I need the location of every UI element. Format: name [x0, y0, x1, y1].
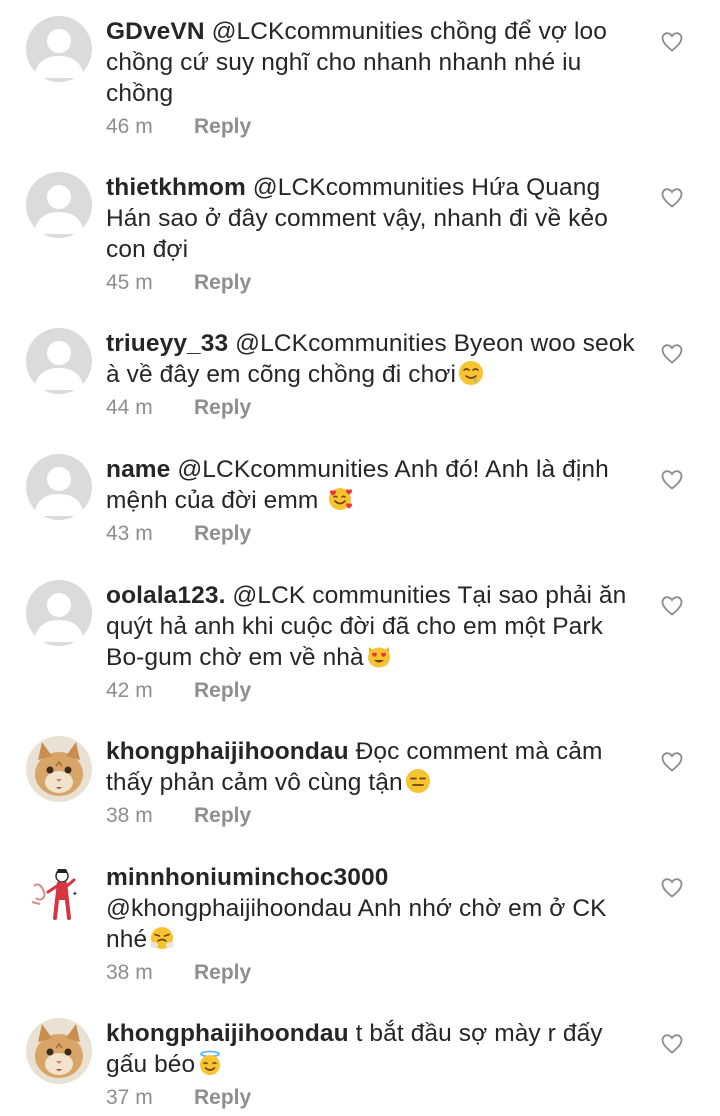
face-with-steam-emoji-icon: [150, 927, 175, 949]
avatar[interactable]: [26, 454, 92, 520]
cartoon-drawing-avatar-icon: ✦: [26, 862, 92, 928]
reply-button[interactable]: Reply: [194, 522, 251, 545]
comment-text: triueyy_33 @LCKcommunities Byeon woo seo…: [106, 328, 636, 390]
heart-icon[interactable]: [660, 876, 684, 900]
cat-photo-avatar-icon: [26, 736, 92, 802]
smiling-face-with-hearts-emoji-icon: [329, 488, 353, 510]
default-avatar-icon: [26, 172, 92, 238]
default-avatar-icon: [26, 454, 92, 520]
comment-text: oolala123. @LCK communities Tại sao phải…: [106, 580, 636, 673]
avatar[interactable]: ✦: [26, 862, 92, 928]
default-avatar-icon: [26, 16, 92, 82]
reply-button[interactable]: Reply: [194, 961, 251, 984]
expressionless-face-emoji-icon: [405, 769, 430, 793]
comment-time: 43 m: [106, 522, 153, 545]
comment-time: 44 m: [106, 396, 153, 419]
reply-button[interactable]: Reply: [194, 271, 251, 294]
smiling-face-with-halo-emoji-icon: [200, 1050, 221, 1075]
reply-button[interactable]: Reply: [194, 679, 251, 702]
comment-time: 38 m: [106, 961, 153, 984]
comment-message: @LCKcommunities Anh đó! Anh là định mệnh…: [106, 456, 609, 514]
comment-meta: 38 m Reply: [106, 960, 636, 986]
comment-username[interactable]: triueyy_33: [106, 330, 228, 357]
comment-username[interactable]: khongphaijihoondau: [106, 1020, 349, 1047]
cat-photo-avatar-icon: [26, 1018, 92, 1084]
comment-meta: 46 m Reply: [106, 114, 636, 140]
comment-text: GDveVN @LCKcommunities chồng để vợ loo c…: [106, 16, 636, 109]
heart-icon[interactable]: [660, 186, 684, 210]
comment-time: 42 m: [106, 679, 153, 702]
comment-meta: 44 m Reply: [106, 395, 636, 421]
comment-meta: 42 m Reply: [106, 678, 636, 704]
comment-meta: 37 m Reply: [106, 1085, 636, 1111]
comment-message: @khongphaijihoondau Anh nhớ chờ em ở CK …: [106, 895, 607, 953]
comment-meta: 45 m Reply: [106, 270, 636, 296]
svg-text:✦: ✦: [72, 890, 78, 898]
reply-button[interactable]: Reply: [194, 1086, 251, 1109]
heart-icon[interactable]: [660, 750, 684, 774]
avatar[interactable]: [26, 328, 92, 394]
comment-username[interactable]: GDveVN: [106, 18, 205, 45]
reply-button[interactable]: Reply: [194, 115, 251, 138]
comment-text: name @LCKcommunities Anh đó! Anh là định…: [106, 454, 636, 516]
comment-username[interactable]: thietkhmom: [106, 174, 246, 201]
comment-text: minnhoniuminchoc3000 @khongphaijihoondau…: [106, 862, 636, 955]
comment-time: 37 m: [106, 1086, 153, 1109]
comment-time: 38 m: [106, 804, 153, 827]
comment-time: 46 m: [106, 115, 153, 138]
avatar[interactable]: [26, 1018, 92, 1084]
comment-username[interactable]: minnhoniuminchoc3000: [106, 864, 388, 891]
default-avatar-icon: [26, 328, 92, 394]
comment-text: khongphaijihoondau Đọc comment mà cảm th…: [106, 736, 636, 798]
heart-icon[interactable]: [660, 342, 684, 366]
reply-button[interactable]: Reply: [194, 396, 251, 419]
comment-username[interactable]: name: [106, 456, 170, 483]
heart-eyes-cat-emoji-icon: [367, 647, 390, 668]
comment-meta: 43 m Reply: [106, 521, 636, 547]
comment-text: thietkhmom @LCKcommunities Hứa Quang Hán…: [106, 172, 636, 265]
comment-meta: 38 m Reply: [106, 803, 636, 829]
heart-icon[interactable]: [660, 1032, 684, 1056]
heart-icon[interactable]: [660, 594, 684, 618]
default-avatar-icon: [26, 580, 92, 646]
drooling-face-emoji-icon: [459, 361, 484, 385]
reply-button[interactable]: Reply: [194, 804, 251, 827]
avatar[interactable]: [26, 736, 92, 802]
comment-username[interactable]: khongphaijihoondau: [106, 738, 349, 765]
avatar[interactable]: [26, 172, 92, 238]
heart-icon[interactable]: [660, 30, 684, 54]
comment-username[interactable]: oolala123.: [106, 582, 225, 609]
heart-icon[interactable]: [660, 468, 684, 492]
comment-time: 45 m: [106, 271, 153, 294]
comment-text: khongphaijihoondau t bắt đầu sợ mày r đấ…: [106, 1018, 636, 1080]
avatar[interactable]: [26, 16, 92, 82]
avatar[interactable]: [26, 580, 92, 646]
